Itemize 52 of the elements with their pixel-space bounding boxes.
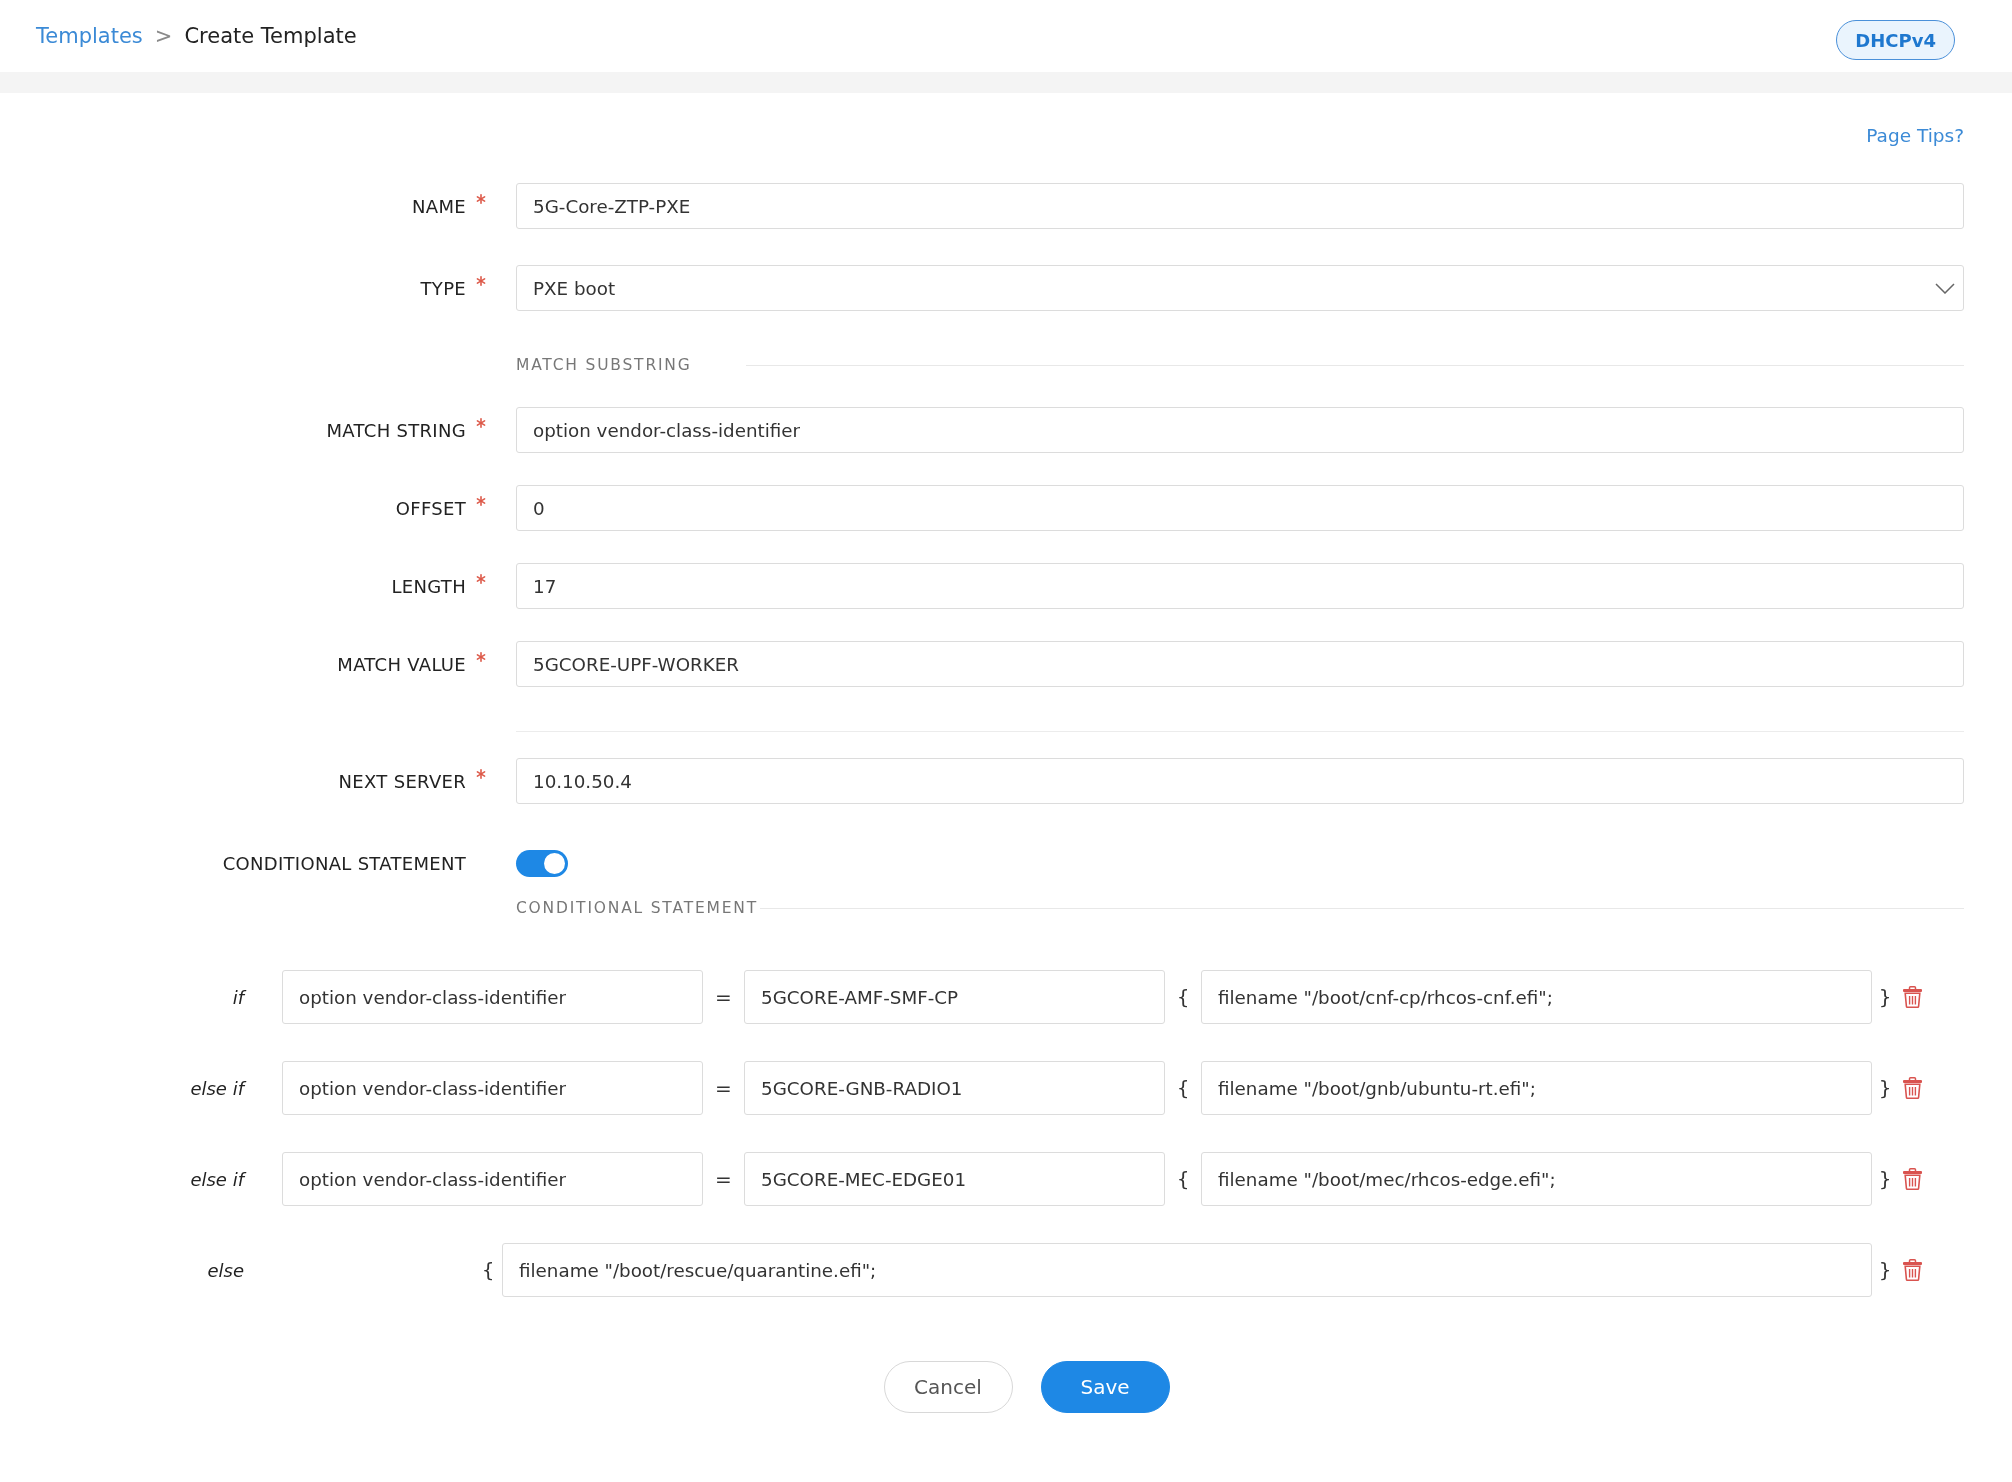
close-brace: } xyxy=(1878,1167,1892,1191)
field-label: TYPE xyxy=(420,277,466,299)
statement-field[interactable]: filename "/boot/rescue/quarantine.efi"; xyxy=(502,1243,1872,1297)
operator-text: = xyxy=(715,1167,732,1191)
close-brace: } xyxy=(1878,985,1892,1009)
open-brace: { xyxy=(481,1258,495,1282)
close-brace: } xyxy=(1878,1076,1892,1100)
statement-field[interactable]: filename "/boot/gnb/ubuntu-rt.efi"; xyxy=(1201,1061,1872,1115)
operator-text: = xyxy=(715,1076,732,1100)
keyword-label: else xyxy=(207,1259,244,1281)
save-button[interactable]: Save xyxy=(1040,1361,1170,1413)
option-field[interactable]: option vendor-class-identifier xyxy=(282,970,703,1024)
statement-field[interactable]: filename "/boot/mec/rhcos-edge.efi"; xyxy=(1201,1152,1872,1206)
field-label: CONDITIONAL STATEMENT xyxy=(222,852,466,874)
field-label: NEXT SERVER xyxy=(338,770,466,792)
operator-text: = xyxy=(715,985,732,1009)
cancel-button[interactable]: Cancel xyxy=(883,1361,1013,1413)
text-field[interactable]: 10.10.50.4 xyxy=(516,758,1964,804)
breadcrumb-separator: > xyxy=(154,24,173,48)
page-tips-link[interactable]: Page Tips? xyxy=(1866,124,1964,148)
protocol-badge: DHCPv4 xyxy=(1836,20,1955,60)
open-brace: { xyxy=(1176,1167,1190,1191)
section-heading: MATCH SUBSTRING xyxy=(516,356,693,374)
open-brace: { xyxy=(1176,985,1190,1009)
chevron-down-icon xyxy=(1935,282,1955,294)
text-field[interactable]: 0 xyxy=(516,485,1964,531)
field-label: NAME xyxy=(412,195,466,217)
select-field[interactable]: PXE boot xyxy=(516,265,1964,311)
text-field[interactable]: 17 xyxy=(516,563,1964,609)
option-field[interactable]: option vendor-class-identifier xyxy=(282,1061,703,1115)
open-brace: { xyxy=(1176,1076,1190,1100)
breadcrumb-current: Create Template xyxy=(184,24,357,48)
text-field[interactable]: option vendor-class-identifier xyxy=(516,407,1964,453)
breadcrumb-link[interactable]: Templates xyxy=(36,24,143,48)
close-brace: } xyxy=(1878,1258,1892,1282)
field-label: LENGTH xyxy=(391,575,466,597)
trash-icon[interactable] xyxy=(1903,1077,1922,1099)
trash-icon[interactable] xyxy=(1903,1259,1922,1281)
text-field[interactable]: 5GCORE-UPF-WORKER xyxy=(516,641,1964,687)
match-value-field[interactable]: 5GCORE-MEC-EDGE01 xyxy=(744,1152,1165,1206)
option-field[interactable]: option vendor-class-identifier xyxy=(282,1152,703,1206)
trash-icon[interactable] xyxy=(1903,1168,1922,1190)
match-value-field[interactable]: 5GCORE-GNB-RADIO1 xyxy=(744,1061,1165,1115)
field-label: MATCH VALUE xyxy=(337,653,466,675)
text-field[interactable]: 5G-Core-ZTP-PXE xyxy=(516,183,1964,229)
field-label: OFFSET xyxy=(395,497,466,519)
statement-field[interactable]: filename "/boot/cnf-cp/rhcos-cnf.efi"; xyxy=(1201,970,1872,1024)
trash-icon[interactable] xyxy=(1903,986,1922,1008)
field-label: MATCH STRING xyxy=(326,419,466,441)
section-heading: CONDITIONAL STATEMENT xyxy=(516,899,759,917)
toggle-switch[interactable] xyxy=(516,849,568,877)
match-value-field[interactable]: 5GCORE-AMF-SMF-CP xyxy=(744,970,1165,1024)
